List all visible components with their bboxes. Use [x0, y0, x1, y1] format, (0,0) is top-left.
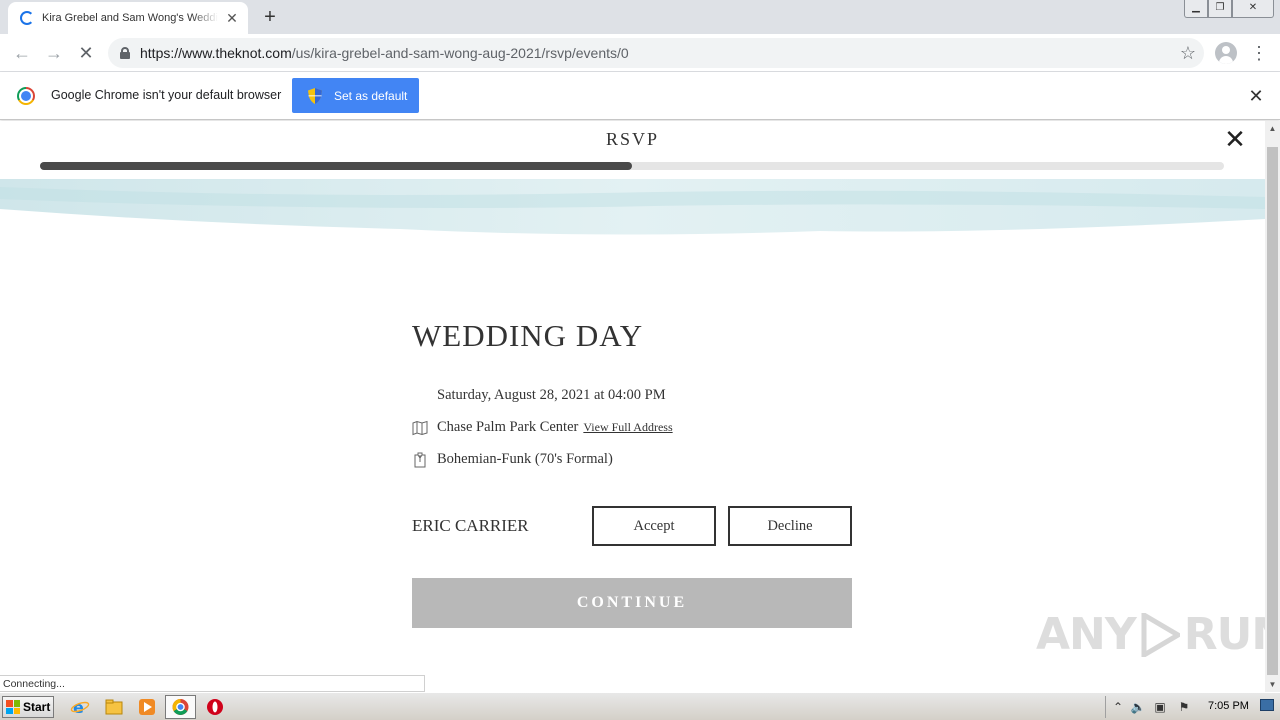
minimize-button[interactable]: ▁	[1184, 0, 1208, 18]
internet-explorer-icon[interactable]: e	[70, 697, 90, 717]
page-scrollbar[interactable]: ▲ ▼	[1265, 121, 1280, 692]
browser-toolbar: ← → ✕ https://www.theknot.com/us/kira-gr…	[0, 34, 1280, 72]
rsvp-progress-fill	[40, 162, 632, 170]
map-icon	[412, 420, 428, 436]
uac-shield-icon	[308, 87, 322, 104]
guest-name: ERIC CARRIER	[412, 516, 529, 535]
decline-button[interactable]: Decline	[728, 506, 852, 546]
rsvp-close-icon[interactable]: ✕	[1224, 127, 1246, 153]
forward-button[interactable]: →	[42, 41, 66, 65]
watercolor-banner	[0, 179, 1265, 235]
window-close-button[interactable]: ✕	[1232, 0, 1274, 18]
rsvp-page: RSVP ✕ WEDDING DAY Saturday, August 28, …	[0, 121, 1265, 692]
address-bar[interactable]: https://www.theknot.com/us/kira-grebel-a…	[108, 38, 1204, 68]
continue-button[interactable]: CONTINUE	[412, 578, 852, 628]
chrome-taskbar-button[interactable]	[165, 695, 196, 719]
event-date: Saturday, August 28, 2021 at 04:00 PM	[437, 387, 666, 404]
event-title: WEDDING DAY	[412, 318, 644, 353]
network-icon[interactable]: ▣	[1152, 699, 1168, 715]
bookmark-star-icon[interactable]: ☆	[1180, 42, 1196, 64]
opera-icon[interactable]	[205, 697, 225, 717]
set-as-default-button[interactable]: Set as default	[292, 78, 419, 113]
watermark-right: RUN	[1183, 609, 1265, 660]
play-logo-icon	[1141, 612, 1180, 657]
tab-strip: Kira Grebel and Sam Wong's Wedding ✕ + ▁…	[0, 0, 1280, 34]
event-dress-code: Bohemian-Funk (70's Formal)	[412, 451, 613, 468]
new-tab-button[interactable]: +	[258, 6, 282, 28]
tab-close-icon[interactable]: ✕	[224, 10, 240, 26]
venue-name: Chase Palm Park Center	[437, 419, 579, 435]
volume-icon[interactable]: 🔈	[1130, 699, 1146, 715]
chrome-logo-icon	[17, 87, 35, 105]
watermark-left: ANY	[1036, 609, 1137, 660]
loading-spinner-icon	[20, 11, 34, 25]
lock-icon	[120, 47, 130, 59]
url-host: https://www.theknot.com	[140, 45, 292, 61]
browser-tab[interactable]: Kira Grebel and Sam Wong's Wedding ✕	[8, 2, 248, 34]
profile-avatar-icon[interactable]	[1215, 42, 1237, 64]
action-center-flag-icon[interactable]: ⚑	[1176, 699, 1192, 715]
status-bubble: Connecting...	[0, 675, 425, 692]
file-explorer-icon[interactable]	[104, 697, 124, 717]
scroll-down-icon[interactable]: ▼	[1265, 677, 1280, 692]
tab-title: Kira Grebel and Sam Wong's Wedding	[42, 12, 218, 24]
start-label: Start	[23, 700, 51, 714]
windows-logo-icon	[6, 700, 20, 714]
scroll-up-icon[interactable]: ▲	[1265, 121, 1280, 136]
anyrun-watermark: ANY RUN	[1036, 609, 1265, 660]
back-button[interactable]: ←	[10, 41, 34, 65]
accept-button[interactable]: Accept	[592, 506, 716, 546]
media-player-icon[interactable]	[137, 697, 157, 717]
scroll-thumb[interactable]	[1267, 147, 1278, 675]
start-button[interactable]: Start	[2, 696, 54, 718]
windows-taskbar: Start e ⌃ 🔈 ▣ ⚑ 7:05 PM	[0, 692, 1280, 720]
chrome-menu-icon[interactable]: ⋮	[1250, 42, 1268, 64]
taskbar-clock[interactable]: 7:05 PM	[1208, 700, 1249, 712]
default-browser-infobar: Google Chrome isn't your default browser…	[0, 72, 1280, 120]
rsvp-progress-bar	[40, 162, 1224, 170]
event-venue: Chase Palm Park Center View Full Address	[412, 419, 673, 436]
set-as-default-label: Set as default	[334, 88, 408, 103]
show-desktop-button[interactable]	[1260, 699, 1274, 711]
chrome-taskbar-icon	[172, 699, 189, 715]
dress-code-text: Bohemian-Funk (70's Formal)	[437, 451, 613, 467]
tray-expand-icon[interactable]: ⌃	[1110, 699, 1126, 715]
event-date-text: Saturday, August 28, 2021 at 04:00 PM	[437, 387, 666, 403]
stop-loading-button[interactable]: ✕	[74, 41, 98, 65]
rsvp-title: RSVP	[605, 129, 660, 149]
infobar-close-icon[interactable]: ✕	[1247, 87, 1265, 105]
svg-text:e: e	[73, 698, 84, 717]
view-full-address-link[interactable]: View Full Address	[583, 420, 672, 435]
restore-button[interactable]: ❐	[1208, 0, 1232, 18]
url-text[interactable]: https://www.theknot.com/us/kira-grebel-a…	[140, 45, 629, 61]
url-path: /us/kira-grebel-and-sam-wong-aug-2021/rs…	[291, 45, 629, 61]
infobar-message: Google Chrome isn't your default browser	[51, 88, 282, 102]
garment-bag-icon	[412, 452, 428, 468]
